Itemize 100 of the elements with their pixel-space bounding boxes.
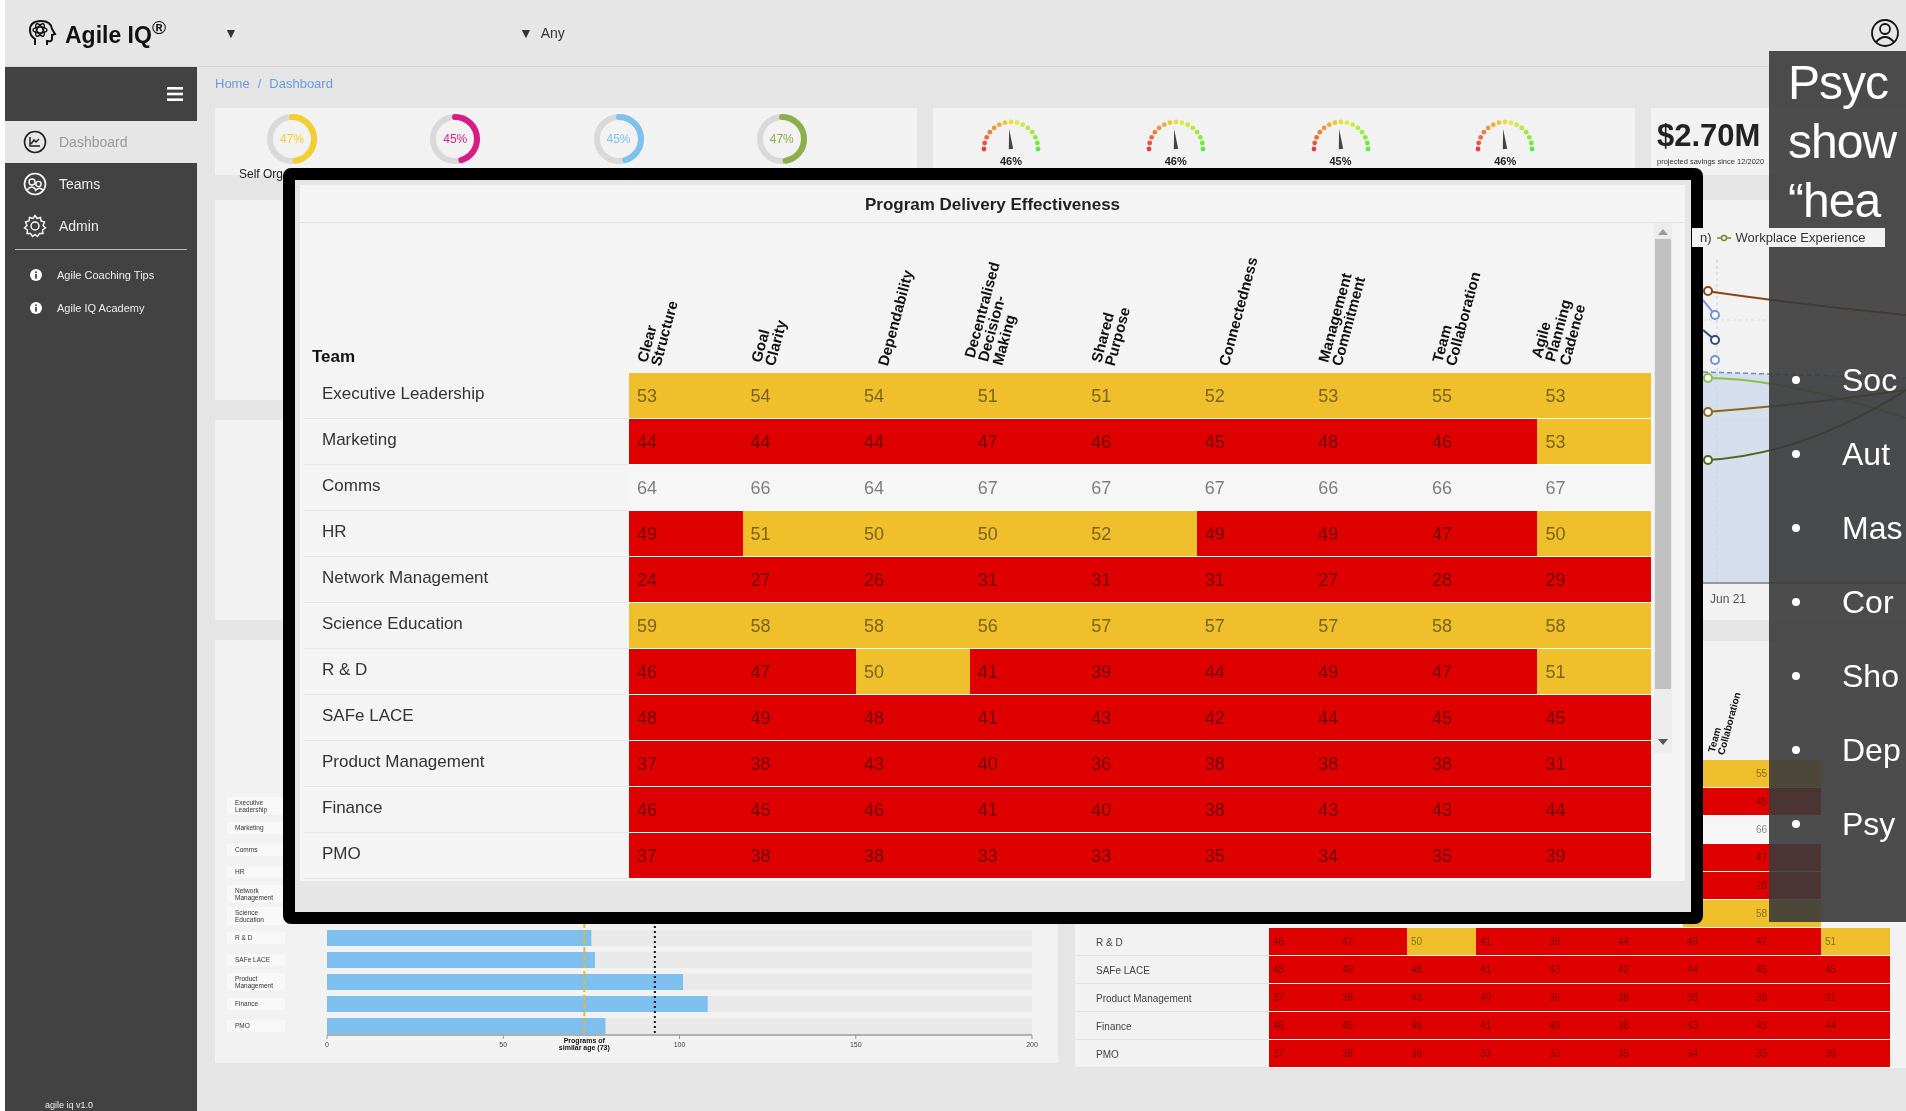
table-cell: 44 — [1683, 956, 1752, 984]
table-cell: 49 — [1683, 928, 1752, 956]
table-cell: 38 — [1196, 741, 1311, 787]
table-cell: 47 — [969, 419, 1084, 465]
table-cell: 28 — [1423, 557, 1538, 603]
breadcrumb-separator: / — [257, 76, 262, 91]
table-cell: 43 — [1423, 787, 1538, 833]
table-cell: 50 — [1407, 928, 1476, 956]
bullet-text: Soc — [1842, 361, 1898, 399]
table-cell: 48 — [1407, 956, 1476, 984]
gauge-scale — [1311, 119, 1370, 152]
nav-item[interactable]: Admin — [5, 205, 197, 247]
table-cell: 53 — [1310, 373, 1424, 419]
data-point — [1710, 310, 1720, 320]
table-cell: 38 — [1407, 1040, 1476, 1068]
bullet-text: Psy — [1842, 805, 1896, 843]
table-cell: 46 — [1269, 1012, 1338, 1040]
menu-icon[interactable] — [167, 87, 183, 101]
table-cell: 55 — [1423, 373, 1538, 419]
dropdown[interactable]: ▼ Any — [515, 23, 569, 43]
table-cell: 38 — [1752, 984, 1821, 1012]
table-cell: 39 — [1537, 833, 1651, 879]
table-cell: 41 — [969, 649, 1084, 695]
settings-icon — [23, 214, 47, 238]
bullet-text: Mas — [1842, 509, 1903, 547]
scrollbar-thumb[interactable] — [1655, 239, 1671, 689]
table-cell: 34 — [1683, 1040, 1752, 1068]
percent-value: 45% — [442, 131, 469, 147]
column-header: Shared Purpose — [1089, 303, 1133, 367]
table-cell: 45 — [1752, 956, 1821, 984]
table-cell: 45 — [742, 787, 857, 833]
bullet-text: Cor — [1842, 583, 1894, 621]
bullet-icon — [1792, 746, 1800, 754]
table-cell: 42 — [1196, 695, 1311, 741]
table-cell: 57 — [1083, 603, 1197, 649]
table-cell: 38 — [1423, 741, 1538, 787]
table-cell: 45 — [1537, 695, 1651, 741]
table-cell: 47 — [1423, 649, 1538, 695]
table-cell: 31 — [969, 557, 1084, 603]
table-cell: 27 — [1310, 557, 1424, 603]
table-cell: 31 — [1537, 741, 1651, 787]
slide-title: “hea — [1788, 173, 1882, 229]
gauge-scale — [1146, 119, 1206, 152]
data-point — [1703, 455, 1713, 465]
table-cell: 59 — [629, 603, 743, 649]
table-cell: 49 — [1196, 511, 1311, 557]
table-cell: 44 — [1614, 928, 1683, 956]
table-cell: 51 — [969, 373, 1084, 419]
table-cell: 35 — [1423, 833, 1538, 879]
dropdown[interactable]: ▼ — [220, 23, 515, 43]
table-cell: 56 — [969, 603, 1084, 649]
table-cell: 44 — [1821, 1012, 1890, 1040]
table-cell: 40 — [1083, 787, 1197, 833]
table-cell: 27 — [742, 557, 857, 603]
table-cell: 52 — [1083, 511, 1197, 557]
table-cell: 38 — [742, 833, 857, 879]
table-cell: 38 — [1614, 984, 1683, 1012]
column-header: Goal Clarity — [749, 316, 789, 367]
scrollbar[interactable] — [1654, 223, 1672, 753]
data-point — [1710, 335, 1720, 345]
table-cell: 26 — [856, 557, 970, 603]
table-cell: 34 — [1310, 833, 1424, 879]
sidebar-link[interactable]: Agile Coaching Tips — [5, 258, 197, 291]
scroll-down-icon[interactable] — [1658, 739, 1668, 745]
gauge-scale — [1475, 119, 1535, 152]
percent-value: 47% — [279, 131, 305, 147]
table-cell: 48 — [1269, 956, 1338, 984]
nav-item[interactable]: Teams — [5, 163, 197, 205]
percent-value: 45% — [605, 131, 632, 147]
table-cell: 46 — [1083, 419, 1197, 465]
table-cell: 43 — [1310, 787, 1424, 833]
table-cell: 50 — [969, 511, 1084, 557]
table-cell: 43 — [1752, 1012, 1821, 1040]
bullet-icon — [1792, 376, 1800, 384]
table-cell: 35 — [1614, 1040, 1683, 1068]
table-cell: 51 — [1821, 928, 1890, 956]
table-cell: 38 — [1683, 984, 1752, 1012]
bullet-icon — [1792, 820, 1800, 828]
info-icon — [30, 268, 42, 281]
legend-label: n) — [1700, 230, 1712, 245]
table-cell: 41 — [1476, 1012, 1545, 1040]
column-header: Team — [311, 347, 357, 368]
table-cell: 57 — [1196, 603, 1311, 649]
user-icon[interactable] — [1870, 18, 1900, 48]
slide-title: show — [1788, 114, 1898, 170]
table-cell: 37 — [1269, 984, 1338, 1012]
sidebar-link[interactable]: Agile IQ Academy — [5, 291, 197, 324]
table-cell: 43 — [1083, 695, 1197, 741]
table-cell: 43 — [1407, 984, 1476, 1012]
bullet-icon — [1792, 450, 1800, 458]
table-cell: 52 — [1196, 373, 1311, 419]
table-cell: 46 — [1407, 1012, 1476, 1040]
table-cell: 46 — [1423, 419, 1538, 465]
table-cell: 48 — [629, 695, 743, 741]
gauge-needle — [1008, 129, 1014, 150]
table-cell: 38 — [856, 833, 970, 879]
table-cell: 45 — [1338, 1012, 1407, 1040]
table-cell: 38 — [742, 741, 857, 787]
data-point — [1710, 355, 1720, 365]
table-cell: 47 — [1423, 511, 1538, 557]
